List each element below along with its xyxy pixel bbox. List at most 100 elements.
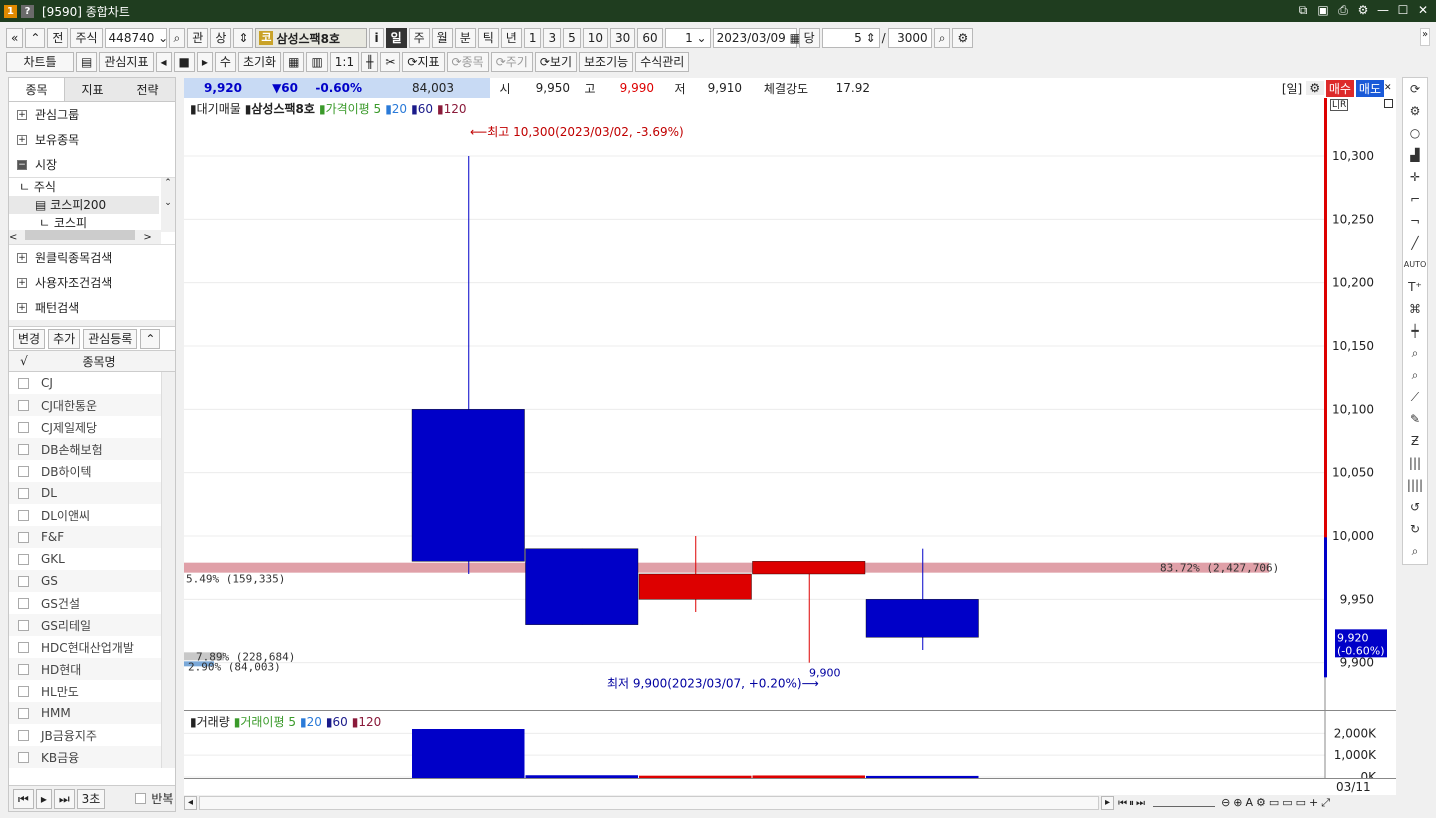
zoom-list-icon[interactable]: ⌕	[1403, 364, 1427, 386]
scroll-left-icon[interactable]: ◂	[184, 796, 198, 810]
print-icon[interactable]: ⎙	[1336, 2, 1350, 18]
zoom-icon[interactable]: ⌕	[933, 28, 951, 48]
nav-first-button[interactable]: «	[6, 28, 24, 48]
search-icon[interactable]: ⌕	[168, 28, 186, 48]
stock-checkbox[interactable]	[18, 443, 29, 455]
buy-button[interactable]: 매수	[1325, 79, 1354, 97]
reset-button[interactable]: 초기화	[237, 52, 282, 72]
formula-button[interactable]: 수식관리	[635, 52, 690, 72]
stock-list-item[interactable]: DL이앤씨	[9, 504, 175, 526]
stock-list-item[interactable]: HDC현대산업개발	[9, 636, 175, 658]
horizontal-scrollbar[interactable]	[199, 796, 1100, 810]
tree-user-search[interactable]: + 사용자조건검색	[9, 270, 175, 295]
chart-icon[interactable]: ▟	[1403, 144, 1427, 166]
erase-icon[interactable]: ✎	[1403, 408, 1427, 430]
stock-checkbox[interactable]	[18, 641, 29, 653]
maximize-button[interactable]: ☐	[1396, 2, 1410, 18]
stock-checkbox[interactable]	[18, 751, 29, 763]
redo-icon[interactable]: ↻	[1403, 518, 1427, 540]
aux-button[interactable]: 보조기능	[579, 52, 634, 72]
candle-icon[interactable]: ┿	[1403, 320, 1427, 342]
grid-lines-icon[interactable]: |||	[1403, 452, 1427, 474]
pin-down-icon[interactable]: ¬	[1403, 210, 1427, 232]
stock-checkbox[interactable]	[18, 597, 29, 609]
stock-checkbox[interactable]	[18, 575, 29, 587]
stock-checkbox[interactable]	[18, 685, 29, 697]
stock-list-item[interactable]: HD현대	[9, 658, 175, 680]
close-button[interactable]: ✕	[1416, 2, 1430, 18]
zoom-slider[interactable]	[1153, 799, 1216, 807]
info-button[interactable]: i	[369, 28, 384, 48]
prev-button[interactable]: 전	[47, 28, 69, 48]
zoom-in-icon[interactable]: ⌕	[1403, 342, 1427, 364]
tab-jongmok[interactable]: 종목	[9, 78, 65, 101]
search-icon[interactable]: ⌕	[1403, 540, 1427, 562]
total-input[interactable]: 3000	[887, 28, 932, 48]
dang-button[interactable]: 당	[798, 28, 820, 48]
period-minute[interactable]: 분	[454, 28, 476, 48]
collapse-icon[interactable]: −	[17, 159, 27, 170]
expand-panel-icon[interactable]: »	[1420, 28, 1430, 46]
stock-checkbox[interactable]	[18, 707, 29, 719]
interval-3[interactable]: 3	[543, 28, 562, 48]
gwan-button[interactable]: 관	[187, 28, 209, 48]
stock-checkbox[interactable]	[18, 487, 29, 499]
zoom-controls-icons[interactable]: ⊖⊕A⚙▭▭▭+⤢	[1221, 796, 1333, 810]
price-chart-panel[interactable]: 10,300 10,250 10,200 10,150 10,100 10,050 10,0…	[184, 98, 1396, 710]
stock-list-item[interactable]: CJ제일제당	[9, 416, 175, 438]
expand-icon[interactable]: +	[17, 277, 27, 288]
stock-list-item[interactable]: F&F	[9, 526, 175, 548]
subtree-kospi200[interactable]: ▤ 코스피200	[9, 196, 159, 214]
interval-60[interactable]: 60	[637, 28, 663, 48]
period-tick[interactable]: 틱	[477, 28, 499, 48]
measure-icon[interactable]: ⟋	[1403, 386, 1427, 408]
stock-list-item[interactable]: HMM	[9, 702, 175, 724]
su-button[interactable]: 수	[214, 52, 236, 72]
subtree-hscroll[interactable]: < >	[9, 230, 161, 244]
period-day[interactable]: 일	[385, 28, 407, 48]
text-icon[interactable]: T⁺	[1403, 276, 1427, 298]
indicator-button[interactable]: 관심지표	[99, 52, 154, 72]
tree-market[interactable]: − 시장	[9, 152, 175, 177]
change-button[interactable]: 변경	[13, 328, 46, 349]
panel-close-icon[interactable]: ✕	[1384, 83, 1396, 93]
stock-list-item[interactable]: DB손해보험	[9, 438, 175, 460]
stock-checkbox[interactable]	[18, 619, 29, 631]
tree-pattern[interactable]: + 패턴검색	[9, 295, 175, 320]
stock-list-item[interactable]: JB금융지주	[9, 724, 175, 746]
stock-list-item[interactable]: GS	[9, 570, 175, 592]
grid-lines2-icon[interactable]: ||||	[1403, 474, 1427, 496]
interval-1[interactable]: 1	[523, 28, 542, 48]
tab-jipyo[interactable]: 지표	[65, 78, 120, 101]
stock-list-item[interactable]: GKL	[9, 548, 175, 570]
period-year[interactable]: 년	[500, 28, 522, 48]
collapse-up-icon[interactable]: ⌃	[140, 328, 161, 349]
check-all[interactable]: √	[9, 354, 39, 368]
settings-icon[interactable]: ⚙	[1356, 2, 1370, 18]
ratio-button[interactable]: 1:1	[329, 52, 360, 72]
sang-button[interactable]: 상	[210, 28, 232, 48]
stock-checkbox[interactable]	[18, 377, 29, 389]
expand-icon[interactable]: +	[17, 252, 27, 263]
expand-icon[interactable]: +	[17, 302, 27, 313]
nav-up-button[interactable]: ⌃	[25, 28, 46, 48]
stock-list-item[interactable]: DB하이텍	[9, 460, 175, 482]
interval-select[interactable]: 3초	[76, 788, 106, 809]
zigzag-icon[interactable]: Ƶ	[1403, 430, 1427, 452]
settings-gear-icon[interactable]: ⚙	[952, 28, 974, 48]
expand-icon[interactable]: +	[17, 134, 27, 145]
jugi-toggle[interactable]: ⟳주기	[490, 52, 533, 72]
stock-list-item[interactable]: HL만도	[9, 680, 175, 702]
stock-checkbox[interactable]	[18, 509, 29, 521]
interval-10[interactable]: 10	[582, 28, 609, 48]
stock-checkbox[interactable]	[18, 399, 29, 411]
period-week[interactable]: 주	[408, 28, 430, 48]
stop-icon[interactable]: ■	[173, 52, 195, 72]
subtree-stock[interactable]: ㄴ 주식	[9, 178, 175, 196]
stock-list-item[interactable]: CJ대한통운	[9, 394, 175, 416]
stock-list-item[interactable]: DL	[9, 482, 175, 504]
layout-icon[interactable]: ▥	[306, 52, 328, 72]
period-month[interactable]: 월	[431, 28, 453, 48]
tree-watchlist[interactable]: + 관심그룹	[9, 102, 175, 127]
chart-frame-button[interactable]: 차트틀	[6, 52, 74, 72]
